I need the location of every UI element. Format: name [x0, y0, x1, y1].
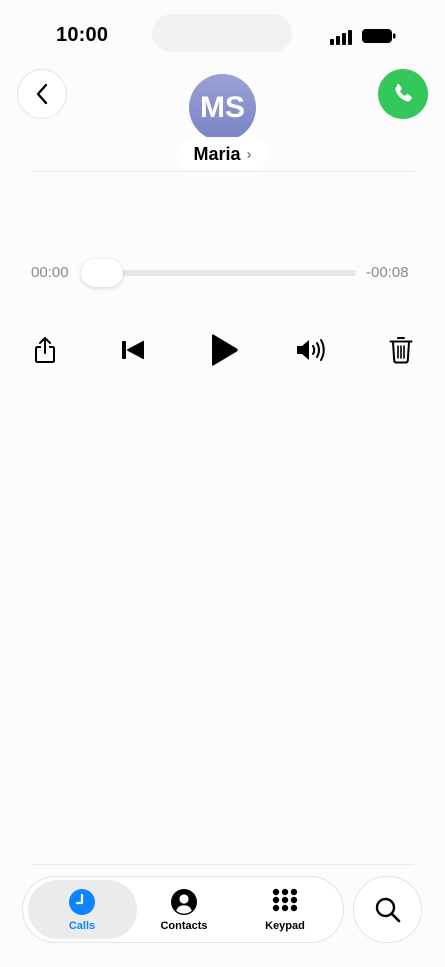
- dynamic-island: [152, 14, 292, 52]
- tab-contacts[interactable]: Contacts: [144, 888, 224, 932]
- chevron-right-icon: ›: [246, 145, 252, 163]
- delete-button[interactable]: [386, 333, 416, 367]
- status-time: 10:00: [56, 24, 109, 46]
- header-divider: [32, 171, 414, 172]
- tab-contacts-label: Contacts: [160, 920, 208, 932]
- tab-calls-label: Calls: [68, 920, 96, 932]
- call-button[interactable]: [378, 69, 428, 119]
- progress-thumb[interactable]: [81, 259, 123, 287]
- person-icon: [171, 889, 197, 915]
- contact-name: Maria: [193, 143, 241, 164]
- skip-back-button[interactable]: [118, 335, 148, 365]
- chevron-left-icon: [36, 83, 48, 105]
- remaining-time: -00:08: [366, 264, 409, 281]
- share-button[interactable]: [28, 332, 62, 368]
- play-button[interactable]: [205, 330, 243, 370]
- trash-icon: [389, 337, 413, 364]
- tab-keypad-label: Keypad: [265, 920, 305, 932]
- elapsed-time: 00:00: [31, 264, 69, 281]
- battery-icon: [362, 29, 396, 43]
- play-icon: [212, 334, 238, 366]
- tab-calls[interactable]: Calls: [42, 888, 122, 932]
- keypad-icon: [272, 888, 298, 912]
- tab-keypad[interactable]: Keypad: [245, 888, 325, 932]
- cellular-signal-icon: [330, 30, 352, 45]
- progress-track[interactable]: [82, 270, 356, 276]
- search-button[interactable]: [353, 876, 422, 943]
- speaker-button[interactable]: [293, 333, 331, 367]
- contact-name-button[interactable]: Maria ›: [177, 137, 268, 171]
- back-button[interactable]: [17, 69, 67, 119]
- contact-avatar[interactable]: MS: [189, 74, 256, 141]
- tabbar-divider: [32, 864, 414, 865]
- phone-icon: [395, 84, 412, 102]
- clock-icon: [69, 889, 95, 915]
- share-icon: [35, 337, 55, 363]
- speaker-icon: [297, 339, 325, 361]
- skip-back-icon: [122, 340, 144, 360]
- search-icon: [375, 897, 400, 922]
